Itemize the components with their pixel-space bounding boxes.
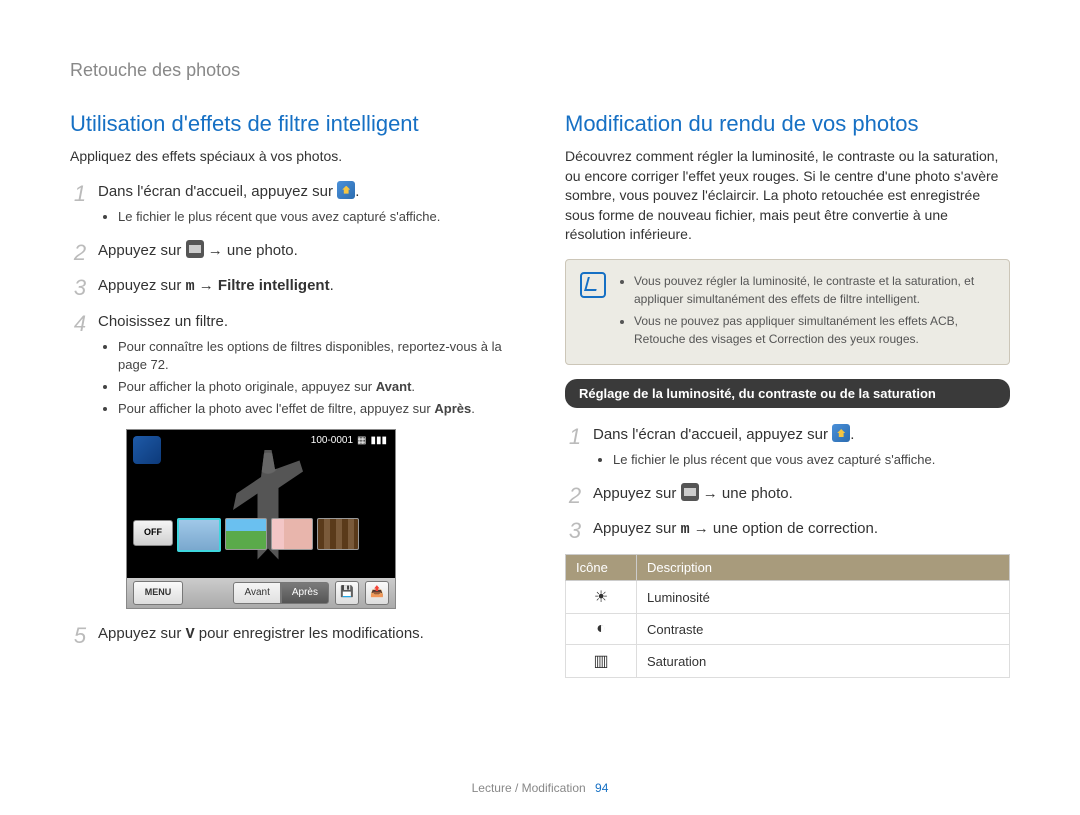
before-tab: Avant [233, 582, 280, 604]
camera-screenshot: 100-0001 ▦ ▮▮▮ OFF ME [126, 429, 396, 609]
status-bar: 100-0001 ▦ ▮▮▮ [311, 434, 387, 448]
step-text: Appuyez sur [98, 277, 181, 294]
right-step-1: Dans l'écran d'accueil, appuyez sur . Le… [565, 424, 1010, 469]
step-suffix: → une option de correction. [694, 520, 878, 537]
note-item: Vous ne pouvez pas appliquer simultanéme… [634, 312, 995, 348]
after-tab: Après [281, 582, 329, 604]
share-icon: 📤 [365, 581, 389, 605]
step-sub: Pour connaître les options de filtres di… [118, 338, 515, 374]
table-row: ◐ Contraste [566, 614, 1010, 645]
left-title: Utilisation d'effets de filtre intellige… [70, 111, 515, 137]
left-column: Utilisation d'effets de filtre intellige… [70, 111, 515, 678]
step-text: Choisissez un filtre. [98, 313, 228, 330]
right-title: Modification du rendu de vos photos [565, 111, 1010, 137]
thumb-selected [177, 518, 221, 552]
left-intro: Appliquez des effets spéciaux à vos phot… [70, 147, 515, 167]
home-icon [832, 424, 850, 442]
subsection-pill: Réglage de la luminosité, du contraste o… [565, 379, 1010, 408]
table-row: ☀ Luminosité [566, 581, 1010, 614]
cell-desc: Saturation [637, 645, 1010, 678]
image-counter: 100-0001 [311, 434, 353, 448]
left-step-2: Appuyez sur → une photo. [70, 240, 515, 261]
bottom-toolbar: MENU Avant Après 💾 📤 [127, 578, 395, 608]
memory-icon: ▦ [357, 434, 366, 448]
menu-button: MENU [133, 581, 183, 605]
page-number: 94 [595, 781, 608, 795]
step-suffix: pour enregistrer les modifications. [199, 625, 424, 642]
thumb [317, 518, 359, 550]
contrast-icon: ◐ [566, 614, 637, 645]
off-button: OFF [133, 520, 173, 546]
step-text: Dans l'écran d'accueil, appuyez sur [98, 183, 333, 200]
right-column: Modification du rendu de vos photos Déco… [565, 111, 1010, 678]
mode-icon [133, 436, 161, 464]
right-step-3: Appuyez sur m → une option de correction… [565, 518, 1010, 540]
step-text: Appuyez sur [593, 485, 676, 502]
cell-desc: Contraste [637, 614, 1010, 645]
left-step-4: Choisissez un filtre. Pour connaître les… [70, 311, 515, 609]
step-suffix: . [850, 426, 854, 443]
saturation-icon: ▥ [566, 645, 637, 678]
step-suffix: . [330, 277, 334, 294]
menu-key: m [186, 278, 195, 295]
album-icon [681, 483, 699, 501]
left-step-3: Appuyez sur m → Filtre intelligent. [70, 275, 515, 297]
th-desc: Description [637, 555, 1010, 581]
brightness-icon: ☀ [566, 581, 637, 614]
arrow: → [199, 277, 214, 294]
step-text: Appuyez sur [593, 520, 676, 537]
step-text: Dans l'écran d'accueil, appuyez sur [593, 426, 828, 443]
album-icon [186, 240, 204, 258]
filter-thumbnails [177, 518, 359, 552]
footer-section: Lecture / Modification [472, 781, 586, 795]
save-icon: 💾 [335, 581, 359, 605]
note-icon [580, 272, 606, 298]
step-text: Appuyez sur [98, 242, 181, 259]
step-suffix: . [355, 183, 359, 200]
correction-table: Icône Description ☀ Luminosité ◐ Contras… [565, 554, 1010, 678]
step-sub: Pour afficher la photo avec l'effet de f… [118, 400, 515, 418]
thumb [271, 518, 313, 550]
note-box: Vous pouvez régler la luminosité, le con… [565, 259, 1010, 365]
step-sub: Le fichier le plus récent que vous avez … [613, 451, 1010, 469]
right-step-2: Appuyez sur → une photo. [565, 483, 1010, 504]
thumb [225, 518, 267, 550]
table-row: ▥ Saturation [566, 645, 1010, 678]
note-item: Vous pouvez régler la luminosité, le con… [634, 272, 995, 308]
left-step-1: Dans l'écran d'accueil, appuyez sur . Le… [70, 181, 515, 226]
home-icon [337, 181, 355, 199]
menu-key: m [681, 521, 690, 538]
cell-desc: Luminosité [637, 581, 1010, 614]
left-step-5: Appuyez sur V pour enregistrer les modif… [70, 623, 515, 645]
ok-key: V [186, 626, 195, 643]
page-footer: Lecture / Modification 94 [0, 781, 1080, 795]
before-after-toggle: Avant Après [233, 582, 329, 604]
step-suffix: → une photo. [703, 485, 793, 502]
bold-label: Filtre intelligent [218, 277, 330, 294]
step-sub: Pour afficher la photo originale, appuye… [118, 378, 515, 396]
step-suffix: → une photo. [208, 242, 298, 259]
breadcrumb: Retouche des photos [70, 60, 1010, 81]
step-sub: Le fichier le plus récent que vous avez … [118, 208, 515, 226]
step-text: Appuyez sur [98, 625, 181, 642]
battery-icon: ▮▮▮ [370, 434, 387, 448]
right-intro: Découvrez comment régler la luminosité, … [565, 147, 1010, 245]
th-icon: Icône [566, 555, 637, 581]
